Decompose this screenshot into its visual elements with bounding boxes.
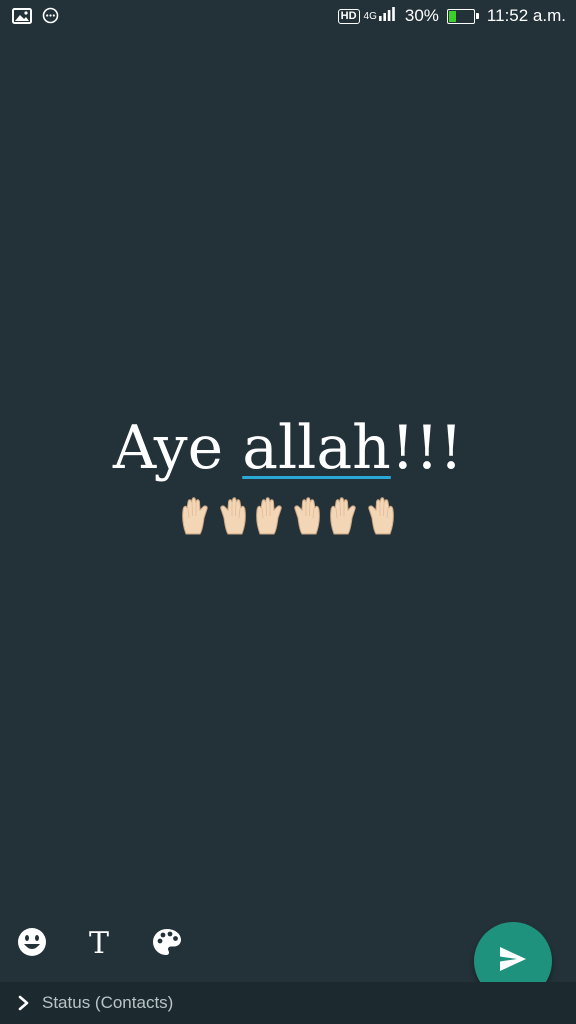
battery-level-fill [448,10,456,22]
status-word-allah[interactable]: allah [242,413,391,483]
more-dots-icon [42,7,59,29]
status-word-exclaim: !!! [390,413,464,483]
emoji-button[interactable] [14,926,50,962]
praying-hands-emoji [180,496,248,536]
praying-hands-emoji [254,496,322,536]
status-text-editor[interactable]: Aye allah!!! [0,410,576,536]
status-bar-left [12,7,59,29]
praying-hands-emoji [328,496,396,536]
chevron-right-icon [18,995,34,1011]
text-font-label: T [88,926,109,961]
status-bar: HD 4G 30% 11:52 a.m. [0,0,576,34]
status-text-line[interactable]: Aye allah!!! [0,410,576,486]
audience-label: Status (Contacts) [42,993,174,1012]
send-icon [499,946,527,977]
battery-icon [446,8,479,24]
status-audience-bar[interactable]: Status (Contacts) [0,982,576,1024]
praying-hands-emoji-row [0,496,576,536]
text-font-button[interactable]: T [81,926,117,962]
network-type: 4G [363,10,377,22]
smiley-icon [16,926,48,963]
signal-icon [378,6,395,26]
battery-percent: 30% [404,6,439,25]
status-word-aye: Aye [112,413,243,483]
hd-badge: HD [337,8,360,24]
color-palette-button[interactable] [149,926,185,962]
status-bar-right: HD 4G 30% 11:52 a.m. [337,6,566,26]
status-composer-screen: HD 4G 30% 11:52 a.m. Aye allah!!! T Stat… [0,0,576,1024]
gallery-icon [12,7,32,29]
clock: 11:52 a.m. [486,6,566,25]
palette-icon [151,926,183,963]
